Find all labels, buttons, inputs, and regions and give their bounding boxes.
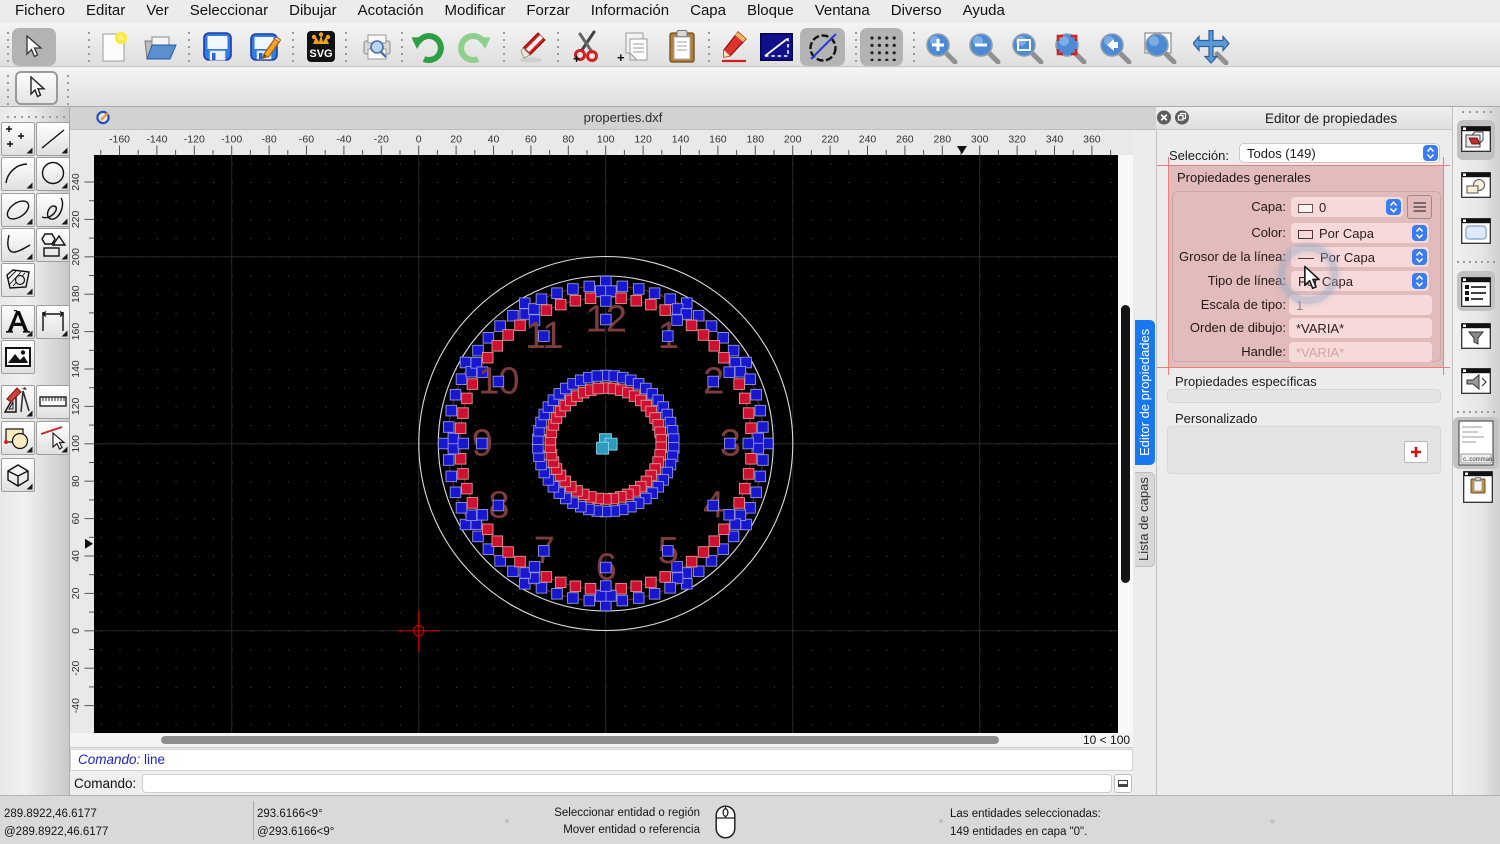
svg-text:-40: -40 — [336, 134, 351, 146]
svg-text:160: 160 — [70, 323, 82, 341]
svg-text:140: 140 — [672, 134, 690, 146]
svg-text:140: 140 — [70, 360, 82, 378]
svg-text:0: 0 — [70, 628, 82, 634]
svg-text:300: 300 — [971, 134, 989, 146]
svg-text:200: 200 — [70, 248, 82, 266]
svg-text:c..command: c..command — [1463, 457, 1494, 463]
svg-text:60: 60 — [70, 513, 82, 525]
svg-text:220: 220 — [70, 210, 82, 228]
svg-text:0: 0 — [416, 134, 422, 146]
svg-text:260: 260 — [896, 134, 914, 146]
svg-text:40: 40 — [488, 134, 500, 146]
svg-text:340: 340 — [1046, 134, 1064, 146]
svg-text:SVG: SVG — [309, 48, 332, 60]
svg-text:40: 40 — [70, 550, 82, 562]
svg-text:120: 120 — [634, 134, 652, 146]
svg-text:360: 360 — [1083, 134, 1101, 146]
svg-text:80: 80 — [70, 475, 82, 487]
svg-text:+: + — [573, 52, 580, 64]
svg-text:-60: -60 — [299, 134, 314, 146]
svg-text:100: 100 — [70, 435, 82, 453]
svg-text:100: 100 — [597, 134, 615, 146]
svg-text:280: 280 — [934, 134, 952, 146]
svg-text:240: 240 — [70, 173, 82, 191]
svg-text:220: 220 — [821, 134, 839, 146]
svg-text:200: 200 — [784, 134, 802, 146]
svg-text:+: + — [617, 50, 625, 63]
svg-text:20: 20 — [70, 587, 82, 599]
svg-text:240: 240 — [859, 134, 877, 146]
svg-text:20: 20 — [450, 134, 462, 146]
svg-text:60: 60 — [525, 134, 537, 146]
svg-text:-20: -20 — [374, 134, 389, 146]
svg-text:-20: -20 — [70, 660, 82, 675]
svg-text:320: 320 — [1008, 134, 1026, 146]
svg-text:-160: -160 — [109, 134, 130, 146]
svg-text:-120: -120 — [184, 134, 205, 146]
svg-text:160: 160 — [709, 134, 727, 146]
svg-text:180: 180 — [747, 134, 765, 146]
svg-text:80: 80 — [562, 134, 574, 146]
svg-text:-40: -40 — [70, 698, 82, 713]
svg-text:120: 120 — [70, 397, 82, 415]
svg-text:-80: -80 — [262, 134, 277, 146]
svg-text:-140: -140 — [146, 134, 167, 146]
svg-text:-100: -100 — [221, 134, 242, 146]
svg-text:180: 180 — [70, 285, 82, 303]
